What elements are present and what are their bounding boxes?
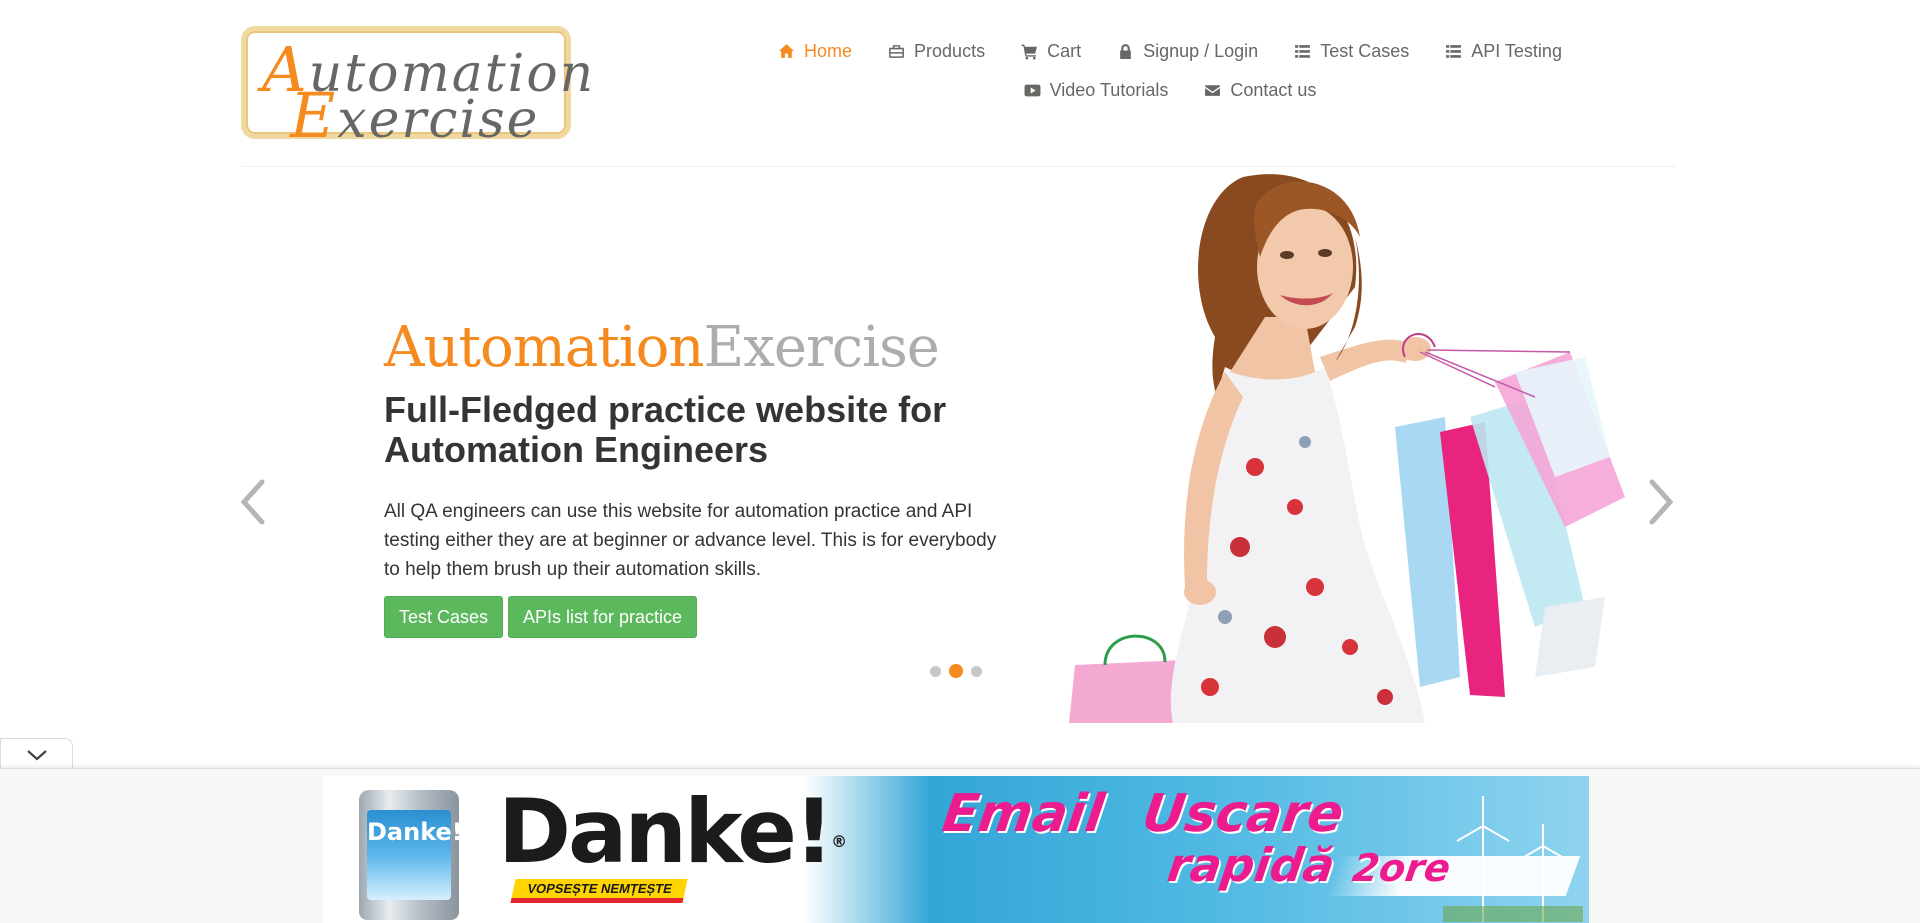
ad-text-rapida: rapidă — [1164, 838, 1339, 892]
nav-api-testing[interactable]: API Testing — [1427, 36, 1580, 66]
carousel-prev-button[interactable] — [234, 472, 274, 532]
nav-api-testing-label: API Testing — [1471, 40, 1562, 61]
ad-text-uscare: Uscare — [1138, 784, 1348, 844]
nav-contact-us[interactable]: Contact us — [1186, 75, 1334, 105]
carousel-next-button[interactable] — [1640, 472, 1680, 532]
chevron-down-icon — [26, 749, 47, 760]
nav-row-1: Home Products Cart Signup / Login Test C… — [740, 36, 1600, 66]
list-icon — [1446, 44, 1462, 58]
slide-description: All QA engineers can use this website fo… — [384, 501, 997, 580]
carousel-indicators — [930, 664, 982, 678]
nav-video-tutorials-label: Video Tutorials — [1049, 79, 1169, 100]
nav-home-label: Home — [804, 40, 853, 61]
ad-slogan: VOPSEȘTE NEMȚEȘTE — [510, 879, 689, 903]
main-nav: Home Products Cart Signup / Login Test C… — [740, 36, 1600, 105]
ad-collapse-toggle[interactable] — [0, 738, 73, 770]
nav-signup-login-label: Signup / Login — [1143, 40, 1259, 61]
home-icon — [779, 43, 794, 58]
envelope-icon — [1205, 84, 1221, 96]
nav-products-label: Products — [914, 40, 986, 61]
paint-can-label: Danke! — [367, 810, 463, 900]
hero-carousel: AutomationExercise Full-Fledged practice… — [0, 167, 1920, 723]
carousel-dot-3[interactable] — [971, 665, 982, 677]
nav-video-tutorials[interactable]: Video Tutorials — [1006, 75, 1187, 105]
carousel-dot-1[interactable] — [930, 665, 941, 677]
slide-hero-image — [1065, 167, 1640, 723]
nav-home[interactable]: Home — [760, 36, 870, 66]
lock-icon — [1120, 43, 1131, 59]
nav-products[interactable]: Products — [870, 36, 1003, 66]
danke-ad-banner[interactable]: Danke! Danke!® VOPSEȘTE NEMȚEȘTE Email U… — [323, 776, 1589, 923]
site-logo[interactable]: Automation Exercise — [241, 26, 593, 152]
list-icon — [1295, 44, 1311, 58]
brand-exercise: Exercise — [703, 315, 940, 380]
logo-text-2: xercise — [337, 90, 540, 150]
briefcase-icon — [889, 44, 904, 58]
brand-automation: Automation — [384, 315, 704, 380]
logo-line-2: Exercise — [290, 79, 539, 152]
wind-turbines-image — [1443, 796, 1583, 922]
nav-contact-us-label: Contact us — [1230, 79, 1317, 100]
carousel-dot-2[interactable] — [949, 664, 963, 678]
ad-brand-mark: ® — [831, 832, 848, 851]
ad-text-email: Email — [938, 784, 1108, 844]
nav-cart-label: Cart — [1047, 40, 1082, 61]
ad-text-2ore: 2ore — [1349, 846, 1454, 890]
logo-cap-e: E — [290, 79, 338, 152]
youtube-icon — [1024, 84, 1041, 96]
slide-title: Full-Fledged practice website for Automa… — [384, 389, 947, 470]
shopping-woman-illustration — [1069, 174, 1625, 723]
test-cases-button[interactable]: Test Cases — [384, 596, 503, 638]
apis-list-button[interactable]: APIs list for practice — [508, 596, 697, 638]
nav-cart[interactable]: Cart — [1003, 36, 1099, 66]
nav-signup-login[interactable]: Signup / Login — [1099, 36, 1276, 66]
ad-brand-text: Danke!® — [498, 782, 847, 882]
chevron-left-icon — [240, 479, 265, 525]
nav-test-cases-label: Test Cases — [1320, 40, 1410, 61]
ad-brand-name: Danke! — [498, 780, 834, 883]
sticky-ad-bar: Danke! Danke!® VOPSEȘTE NEMȚEȘTE Email U… — [0, 768, 1920, 923]
cart-icon — [1021, 44, 1038, 59]
site-header: Automation Exercise Home Products Cart S… — [0, 0, 1920, 167]
nav-row-2: Video Tutorials Contact us — [740, 75, 1600, 105]
chevron-right-icon — [1649, 479, 1674, 525]
slide-brand: AutomationExercise — [384, 315, 940, 380]
nav-test-cases[interactable]: Test Cases — [1276, 36, 1427, 66]
